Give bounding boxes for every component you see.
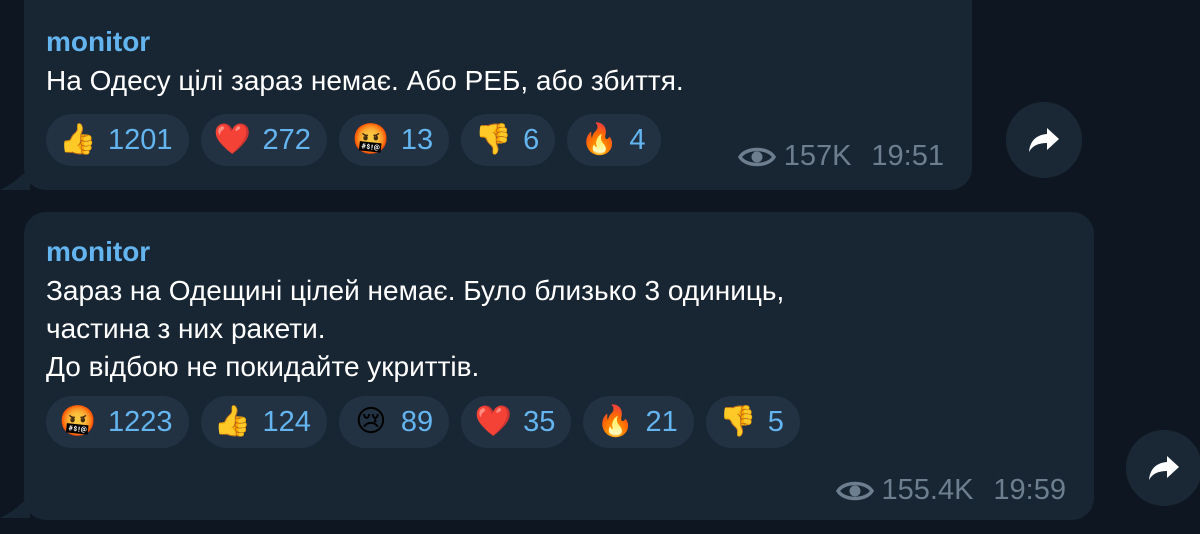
reaction-count: 124 xyxy=(262,405,311,438)
eye-icon xyxy=(835,481,874,500)
forward-button[interactable] xyxy=(1126,430,1200,506)
reaction-fire[interactable]: 🔥 21 xyxy=(583,396,694,448)
reaction-count: 4 xyxy=(629,123,646,156)
message-meta: 157K 19:51 xyxy=(737,140,944,173)
cursing-face-icon: 🤬 xyxy=(59,405,97,438)
eye-icon xyxy=(737,147,776,166)
reaction-count: 89 xyxy=(400,405,434,438)
reaction-count: 35 xyxy=(523,405,556,438)
reaction-cursing-face[interactable]: 🤬 1223 xyxy=(46,396,189,448)
heart-icon: ❤️ xyxy=(474,405,512,438)
reaction-count: 6 xyxy=(523,123,540,156)
reaction-thumbs-up[interactable]: 👍 124 xyxy=(200,396,327,448)
thumbs-down-icon: 👎 xyxy=(719,405,757,438)
reaction-count: 272 xyxy=(262,123,311,156)
thumbs-up-icon: 👍 xyxy=(59,123,97,156)
view-count: 155.4K xyxy=(881,474,974,506)
thumbs-down-icon: 👎 xyxy=(474,123,512,156)
message-text: На Одесу цілі зараз немає. Або РЕБ, або … xyxy=(46,62,972,100)
reaction-count: 21 xyxy=(645,405,678,438)
reaction-thumbs-up[interactable]: 👍 1201 xyxy=(46,114,189,166)
cursing-face-icon: 🤬 xyxy=(352,123,390,156)
reactions-bar: 🤬 1223 👍 124 😢 89 ❤️ 35 🔥 21 👎 5 xyxy=(46,396,1094,448)
reaction-fire[interactable]: 🔥 4 xyxy=(567,114,662,166)
message-text-line: частина з них ракети. xyxy=(46,313,326,344)
fire-icon: 🔥 xyxy=(580,123,618,156)
message-time: 19:51 xyxy=(871,140,944,172)
message-text: Зараз на Одещині цілей немає. Було близь… xyxy=(46,272,1094,386)
reaction-count: 13 xyxy=(400,123,434,156)
message-author[interactable]: monitor xyxy=(46,234,1094,270)
forward-arrow-icon xyxy=(1149,456,1179,480)
reaction-count: 5 xyxy=(767,405,784,438)
thumbs-up-icon: 👍 xyxy=(213,405,252,438)
reaction-count: 1201 xyxy=(108,123,173,156)
crying-face-icon: 😢 xyxy=(355,405,387,438)
message-time: 19:59 xyxy=(993,474,1066,506)
message-text-line: Зараз на Одещині цілей немає. Було близь… xyxy=(46,275,785,306)
forward-arrow-icon xyxy=(1029,128,1059,152)
message-text-line: На Одесу цілі зараз немає. Або РЕБ, або … xyxy=(46,65,684,96)
forward-button[interactable] xyxy=(1006,102,1082,178)
message-bubble[interactable]: monitor Зараз на Одещині цілей немає. Бу… xyxy=(24,212,1094,520)
reaction-thumbs-down[interactable]: 👎 6 xyxy=(461,114,556,166)
reaction-heart[interactable]: ❤️ 35 xyxy=(461,396,572,448)
reaction-cursing-face[interactable]: 🤬 13 xyxy=(338,114,450,166)
reaction-heart[interactable]: ❤️ 272 xyxy=(200,114,327,166)
message-text-line: До відбою не покидайте укриттів. xyxy=(46,351,480,382)
heart-icon: ❤️ xyxy=(213,123,252,156)
message-author[interactable]: monitor xyxy=(46,24,972,60)
reaction-count: 1223 xyxy=(108,405,173,438)
fire-icon: 🔥 xyxy=(596,405,635,438)
view-count: 157K xyxy=(783,140,852,172)
reaction-thumbs-down[interactable]: 👎 5 xyxy=(705,396,800,448)
message-bubble[interactable]: monitor На Одесу цілі зараз немає. Або Р… xyxy=(24,0,972,190)
message-meta: 155.4K 19:59 xyxy=(835,474,1066,507)
reaction-crying-face[interactable]: 😢 89 xyxy=(338,396,450,448)
